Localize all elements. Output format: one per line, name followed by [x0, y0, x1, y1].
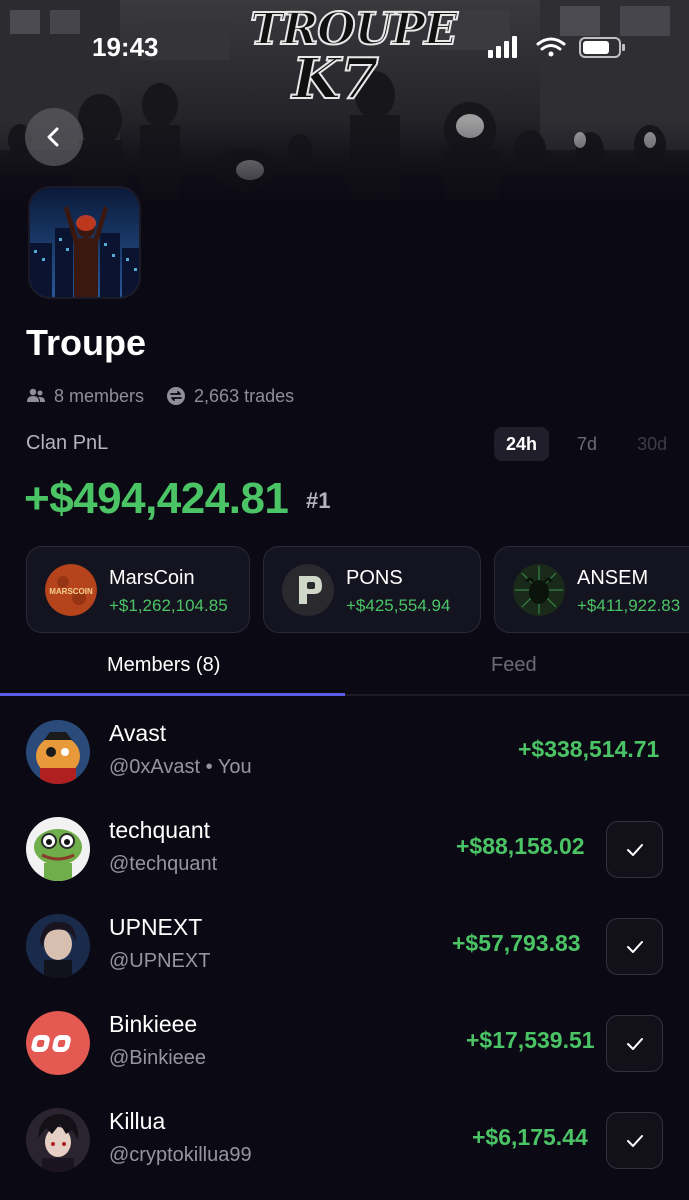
coin-value: +$1,262,104.85 [109, 596, 228, 615]
back-button[interactable] [25, 108, 83, 166]
member-name: Killua [109, 1108, 166, 1134]
member-handle: @cryptokillua99 [109, 1144, 252, 1166]
status-icons [488, 36, 625, 58]
trades-count: 2,663 trades [194, 385, 295, 406]
rank-badge: #1 [306, 488, 331, 513]
banner-logo: TROUPE K7 [249, 4, 459, 112]
follow-check-button[interactable] [606, 918, 663, 975]
signal-icon [488, 36, 517, 58]
follow-check-button[interactable] [606, 1015, 663, 1072]
tab-active-indicator [0, 693, 345, 696]
check-icon [626, 940, 643, 953]
clan-avatar [28, 186, 141, 299]
member-handle: @UPNEXT [109, 950, 211, 972]
ansem-icon [513, 564, 565, 616]
chevron-left-icon [47, 127, 59, 147]
coin-card-pons[interactable]: PONS +$425,554.94 [263, 546, 481, 633]
avatar [26, 1108, 90, 1172]
member-pnl: +$88,158.02 [456, 833, 585, 859]
members-count: 8 members [54, 385, 145, 406]
check-icon [626, 1134, 643, 1147]
wifi-icon [536, 37, 566, 57]
members-icon [27, 388, 45, 402]
status-time: 19:43 [92, 32, 159, 62]
range-tab-24h[interactable]: 24h [494, 427, 550, 461]
pnl-label: Clan PnL [26, 432, 109, 454]
avatar [26, 914, 90, 978]
tab-members[interactable]: Members (8) [107, 654, 220, 677]
battery-icon [579, 37, 625, 58]
clan-name: Troupe [26, 322, 147, 363]
member-row[interactable]: techquant @techquant +$88,158.02 [0, 807, 689, 904]
avatar [26, 1011, 90, 1075]
member-name: UPNEXT [109, 914, 203, 940]
member-name: techquant [109, 817, 211, 843]
member-pnl: +$17,539.51 [466, 1027, 595, 1053]
coin-name: PONS [346, 567, 403, 589]
coin-name: MarsCoin [109, 567, 195, 589]
member-row[interactable]: UPNEXT @UPNEXT +$57,793.83 [0, 904, 689, 1001]
member-row[interactable]: Avast @0xAvast • You +$338,514.71 [0, 710, 689, 807]
member-pnl: +$6,175.44 [472, 1124, 588, 1150]
coin-card-marscoin[interactable]: MARSCOIN MarsCoin +$1,262,104.85 [26, 546, 250, 633]
member-name: Avast [109, 720, 167, 746]
range-tab-7d[interactable]: 7d [565, 427, 609, 461]
clan-meta: 8 members 2,663 trades [26, 384, 294, 408]
avatar [26, 720, 90, 784]
check-icon [626, 1037, 643, 1050]
follow-check-button[interactable] [606, 821, 663, 878]
member-row[interactable]: Binkieee @Binkieee +$17,539.51 [0, 1001, 689, 1098]
member-pnl: +$338,514.71 [518, 736, 660, 762]
member-handle: @Binkieee [109, 1047, 207, 1069]
tab-feed[interactable]: Feed [491, 654, 537, 677]
coin-value: +$411,922.83 [577, 596, 681, 615]
avatar [26, 817, 90, 881]
trades-icon [167, 387, 186, 405]
coin-name: ANSEM [577, 567, 649, 589]
marscoin-icon: MARSCOIN [45, 564, 97, 616]
svg-text:MARSCOIN: MARSCOIN [49, 587, 93, 596]
pnl-value: +$494,424.81 [24, 474, 289, 523]
coin-value: +$425,554.94 [346, 596, 451, 615]
range-tab-30d[interactable]: 30d [625, 427, 679, 461]
range-tabs: 24h 7d 30d [494, 427, 689, 461]
member-name: Binkieee [109, 1011, 198, 1037]
coin-card-ansem[interactable]: ANSEM +$411,922.83 [494, 546, 689, 633]
check-icon [626, 843, 643, 856]
pons-icon [282, 564, 334, 616]
follow-check-button[interactable] [606, 1112, 663, 1169]
member-row[interactable]: Killua @cryptokillua99 +$6,175.44 [0, 1098, 689, 1195]
member-handle: @0xAvast • You [109, 756, 252, 778]
member-pnl: +$57,793.83 [452, 930, 581, 956]
member-handle: @techquant [109, 853, 218, 875]
